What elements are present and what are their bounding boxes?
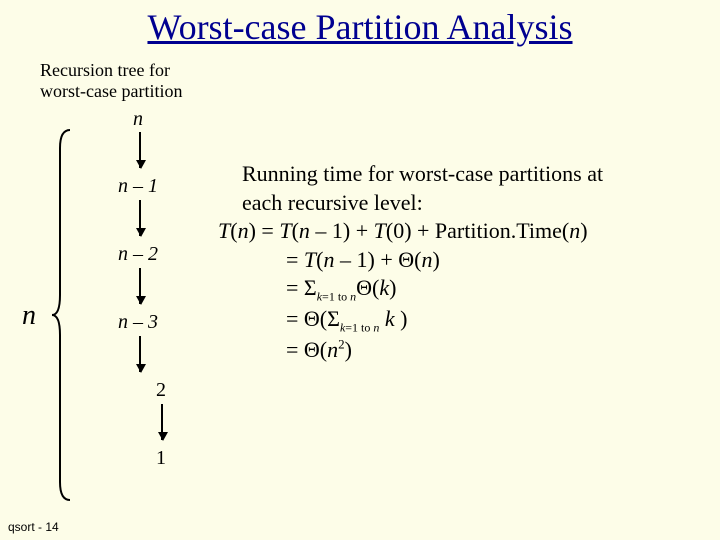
tree-node-1: n – 1 — [118, 175, 158, 198]
tree-node-2: n – 2 — [118, 243, 158, 266]
subtitle-line1: Recursion tree for — [40, 60, 170, 80]
body-line1: T(n) = T(n – 1) + T(0) + Partition.Time(… — [218, 217, 708, 246]
body-intro: Running time for worst-case partitions a… — [218, 160, 708, 217]
tree-arrow-1 — [139, 200, 141, 236]
tree-arrow-2 — [139, 268, 141, 304]
brace-height-label: n — [22, 300, 36, 332]
tree-node-5: 1 — [156, 447, 166, 470]
slide-title: Worst-case Partition Analysis — [0, 6, 720, 48]
tree-node-3: n – 3 — [118, 311, 158, 334]
tree-arrow-4 — [161, 404, 163, 440]
body-line3: = Σk=1 to nΘ(k) — [218, 274, 708, 305]
tree-node-4: 2 — [156, 379, 166, 402]
tree-node-0: n — [133, 108, 143, 131]
derivation-body: Running time for worst-case partitions a… — [218, 160, 708, 365]
body-line5: = Θ(n2) — [218, 336, 708, 365]
slide-footer: qsort - 14 — [8, 520, 59, 534]
subtitle-line2: worst-case partition — [40, 81, 182, 101]
body-line2: = T(n – 1) + Θ(n) — [218, 246, 708, 275]
brace-icon — [50, 128, 72, 502]
body-line4: = Θ(Σk=1 to n k ) — [218, 305, 708, 336]
tree-arrow-0 — [139, 132, 141, 168]
tree-arrow-3 — [139, 336, 141, 372]
subtitle: Recursion tree for worst-case partition — [40, 60, 182, 101]
